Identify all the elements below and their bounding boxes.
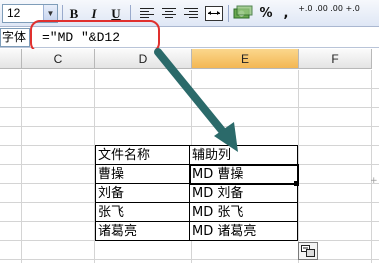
increase-decimal-button[interactable]: +.0 .00 <box>298 4 328 23</box>
table-row: 诸葛亮 MD 诸葛亮 <box>95 221 298 241</box>
currency-icon[interactable] <box>233 5 253 22</box>
table-cell[interactable]: MD 诸葛亮 <box>189 221 298 241</box>
merge-center-icon[interactable] <box>205 6 223 21</box>
table-header-cell[interactable]: 辅助列 <box>189 145 298 165</box>
table-row: 张飞 MD 张飞 <box>95 202 298 222</box>
column-header-c[interactable]: C <box>22 49 95 69</box>
column-header-e[interactable]: E <box>192 49 299 69</box>
active-cell[interactable]: MD 曹操 <box>188 163 299 185</box>
name-box[interactable]: 字体 <box>0 28 30 47</box>
data-table: 文件名称 辅助列 曹操 MD 曹操 刘备 MD 刘备 张飞 MD 张飞 诸葛亮 … <box>95 145 299 241</box>
font-size-value: 12 <box>7 6 21 20</box>
percent-style-button[interactable]: % <box>257 4 275 23</box>
table-header-row: 文件名称 辅助列 <box>95 145 298 165</box>
table-cell[interactable]: MD 刘备 <box>189 183 298 203</box>
paste-options-icon[interactable] <box>298 242 318 260</box>
fill-handle[interactable] <box>294 181 299 186</box>
grid-line <box>298 70 299 263</box>
decrease-decimal-button[interactable]: .00 +.0 <box>330 4 360 23</box>
table-row: 刘备 MD 刘备 <box>95 183 298 203</box>
table-cell[interactable]: 诸葛亮 <box>95 221 190 241</box>
comma-style-button[interactable]: , <box>281 4 291 23</box>
column-header-f[interactable]: F <box>299 49 372 69</box>
align-right-icon[interactable] <box>184 8 198 19</box>
table-cell[interactable]: 刘备 <box>95 183 190 203</box>
toolbar-separator <box>228 5 229 22</box>
row-header-corner[interactable] <box>0 49 22 69</box>
table-cell[interactable]: MD 张飞 <box>189 202 298 222</box>
column-header-d[interactable]: D <box>95 49 192 69</box>
align-left-icon[interactable] <box>140 8 154 19</box>
grid-line <box>371 70 372 263</box>
grid-marker: + <box>370 176 378 186</box>
table-cell[interactable]: 曹操 <box>95 164 190 184</box>
table-cell[interactable]: 张飞 <box>95 202 190 222</box>
table-row: 曹操 MD 曹操 <box>95 163 299 185</box>
align-center-icon[interactable] <box>162 8 176 19</box>
grid-line <box>21 70 22 263</box>
table-header-cell[interactable]: 文件名称 <box>95 145 190 165</box>
